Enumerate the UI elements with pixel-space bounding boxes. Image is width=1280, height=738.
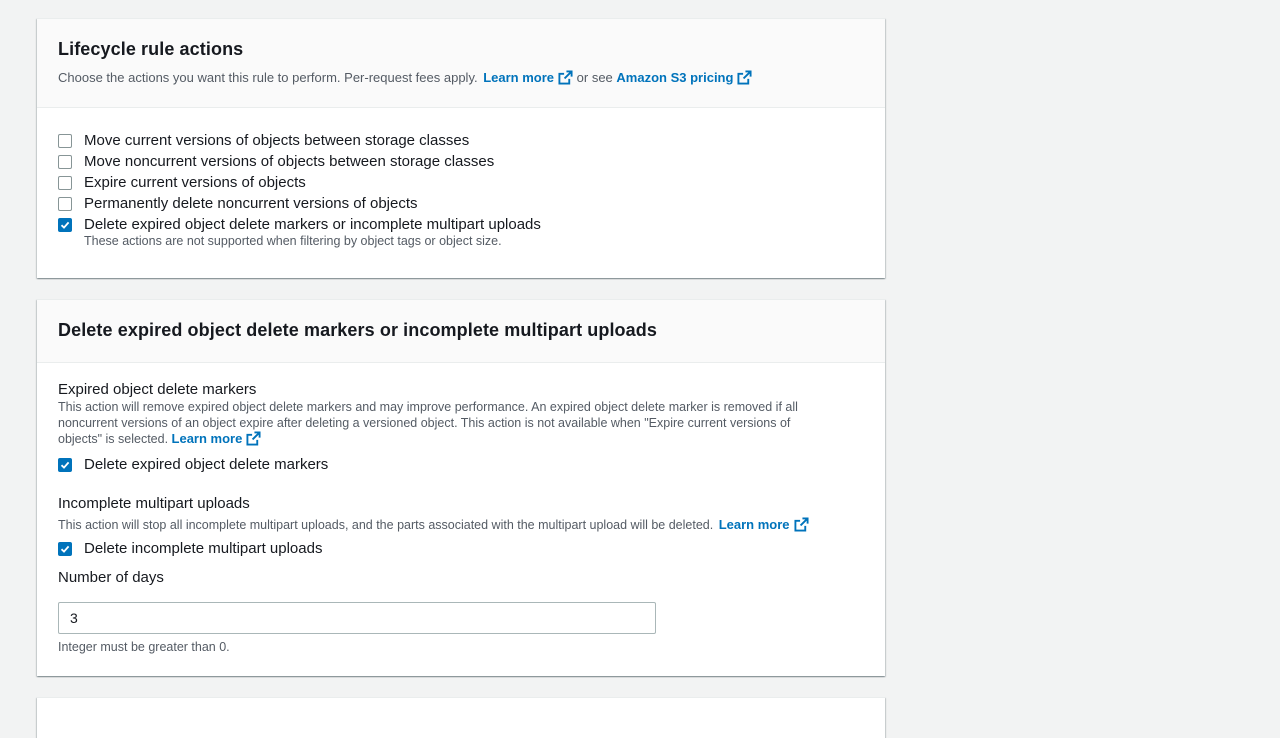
incomplete-multipart-heading: Incomplete multipart uploads	[58, 495, 250, 512]
lifecycle-options-list: Move current versions of objects between…	[37, 108, 885, 248]
lifecycle-actions-header: Lifecycle rule actions Choose the action…	[37, 19, 885, 108]
description-line: objects" is selected. Learn more	[58, 431, 864, 447]
option-delete-markers-multipart[interactable]: Delete expired object delete markers or …	[58, 214, 864, 235]
checkbox-checked[interactable]	[58, 541, 72, 556]
expired-markers-description: This action will remove expired object d…	[58, 399, 864, 447]
description-text: Choose the actions you want this rule to…	[58, 70, 478, 85]
option-delete-noncurrent[interactable]: Permanently delete noncurrent versions o…	[58, 193, 864, 214]
checkbox[interactable]	[58, 196, 72, 211]
checkbox-checked[interactable]	[58, 217, 72, 232]
delete-markers-title: Delete expired object delete markers or …	[58, 320, 657, 340]
option-expire-current[interactable]: Expire current versions of objects	[58, 172, 864, 193]
number-of-days-label: Number of days	[58, 569, 164, 586]
lifecycle-actions-panel: Lifecycle rule actions Choose the action…	[37, 18, 885, 278]
checkmark-icon	[60, 461, 70, 469]
external-link-icon	[246, 431, 261, 446]
delete-markers-header: Delete expired object delete markers or …	[37, 300, 885, 363]
learn-more-link[interactable]: Learn more	[483, 70, 573, 85]
checkbox-checked[interactable]	[58, 457, 72, 472]
option-move-noncurrent[interactable]: Move noncurrent versions of objects betw…	[58, 151, 864, 172]
checkbox[interactable]	[58, 175, 72, 190]
next-panel	[37, 697, 885, 738]
number-of-days-hint: Integer must be greater than 0.	[58, 640, 230, 654]
description-line: This action will remove expired object d…	[58, 400, 798, 414]
actions-note: These actions are not supported when fil…	[84, 234, 502, 248]
expired-markers-heading: Expired object delete markers	[58, 381, 257, 398]
external-link-icon	[793, 517, 809, 532]
checkmark-icon	[60, 221, 70, 229]
description-line: noncurrent versions of an object expire …	[58, 416, 791, 430]
option-move-current[interactable]: Move current versions of objects between…	[58, 130, 864, 151]
delete-expired-markers-checkbox-row[interactable]: Delete expired object delete markers	[58, 454, 864, 475]
checkbox[interactable]	[58, 154, 72, 169]
lifecycle-actions-description: Choose the actions you want this rule to…	[58, 70, 864, 85]
checkmark-icon	[60, 545, 70, 553]
s3-pricing-link[interactable]: Amazon S3 pricing	[616, 70, 752, 85]
incomplete-multipart-description: This action will stop all incomplete mul…	[58, 517, 864, 532]
lifecycle-actions-title: Lifecycle rule actions	[58, 39, 244, 59]
checkbox[interactable]	[58, 133, 72, 148]
delete-markers-panel: Delete expired object delete markers or …	[37, 299, 885, 676]
external-link-icon	[737, 70, 752, 85]
learn-more-link[interactable]: Learn more	[719, 517, 809, 532]
learn-more-link[interactable]: Learn more	[172, 431, 262, 446]
number-of-days-input[interactable]: 3	[58, 602, 656, 634]
delete-incomplete-multipart-checkbox-row[interactable]: Delete incomplete multipart uploads	[58, 538, 864, 559]
external-link-icon	[558, 70, 573, 85]
or-see-text: or see	[576, 70, 613, 85]
delete-markers-body: Expired object delete markers This actio…	[37, 363, 885, 586]
